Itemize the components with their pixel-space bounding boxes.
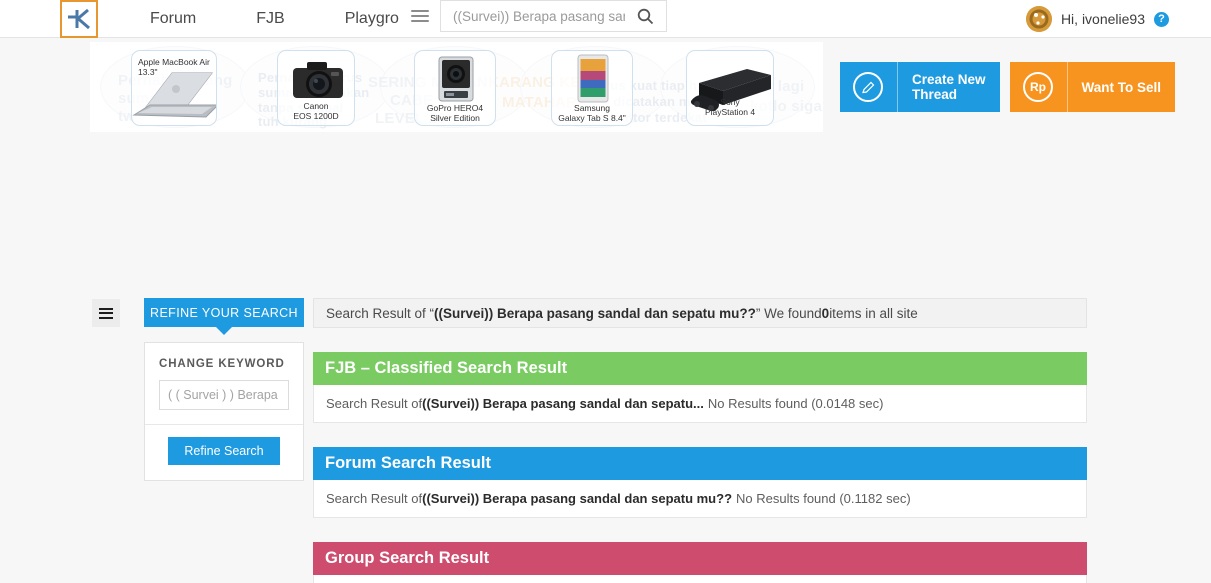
fjb-row-prefix: Search Result of [326,396,423,411]
ad-product-name: Apple MacBook Air [138,57,210,67]
fjb-block-header: FJB – Classified Search Result [313,352,1087,385]
pencil-icon [853,72,884,102]
forum-block-row: Search Result of ((Survei)) Berapa pasan… [313,480,1087,518]
group-block-header: Group Search Result [313,542,1087,575]
create-thread-label-line2: Thread [911,87,957,102]
summary-middle: ” We found [755,305,822,321]
fjb-row-status: No Results found (0.0148 sec) [707,396,884,411]
want-to-sell-label: Want To Sell [1081,79,1162,95]
nav-item-fjb[interactable]: FJB [226,0,314,38]
user-greeting: Hi, ivonelie93 [1060,11,1145,27]
ad-product-card[interactable]: Apple MacBook Air 13.3" [131,50,217,126]
ad-product-name: Sony [720,97,740,107]
ad-product-card[interactable]: GoPro HERO4 Silver Edition [414,50,496,126]
camera-icon [293,62,343,98]
summary-prefix: Search Result of “ [326,305,435,321]
create-thread-label: Create New Thread [898,72,1000,102]
action-camera-icon [438,56,474,102]
forum-block-header: Forum Search Result [313,447,1087,480]
search-category-menu-icon[interactable] [400,0,440,32]
ad-product-name: Canon [303,101,329,111]
avatar-icon [1025,6,1052,32]
change-keyword-section: CHANGE KEYWORD [145,343,303,425]
help-icon[interactable]: ? [1154,11,1169,27]
change-keyword-input[interactable] [159,380,289,410]
create-thread-label-line1: Create New [911,72,986,87]
search-result-summary: Search Result of “((Survei)) Berapa pasa… [313,298,1087,328]
global-search [400,0,667,32]
nav-item-forum[interactable]: Forum [120,0,226,38]
ad-product-variant: EOS 1200D [293,111,339,121]
sidebar-toggle-button[interactable] [92,299,120,327]
refine-search-panel: CHANGE KEYWORD Refine Search [144,342,304,481]
fjb-row-query: ((Survei)) Berapa pasang sandal dan sepa… [422,396,704,411]
hamburger-icon [99,305,113,321]
ad-product-card[interactable]: Sony PlayStation 4 [686,50,774,126]
ad-product-variant: 13.3" [138,67,158,77]
cta-buttons: Create New Thread Rp Want To Sell [839,62,1175,112]
forum-row-prefix: Search Result of [326,491,423,506]
refine-search-sidebar: REFINE YOUR SEARCH CHANGE KEYWORD Refine… [144,298,304,481]
rupiah-icon: Rp [1023,72,1053,102]
summary-suffix: items in all site [829,305,918,321]
forum-search-result-block: Forum Search Result Search Result of ((S… [313,447,1087,518]
ad-product-name: Samsung [574,103,610,113]
ad-product-card[interactable]: Canon EOS 1200D [277,50,355,126]
advertisement-banner[interactable]: Pernah alaming suma ka tw Pernah sih vir… [90,42,823,132]
avatar [1025,6,1052,32]
ad-product-card[interactable]: Samsung Galaxy Tab S 8.4" [551,50,633,126]
search-submit-button[interactable] [625,0,667,32]
refine-search-button[interactable]: Refine Search [168,437,280,465]
fjb-search-result-block: FJB – Classified Search Result Search Re… [313,352,1087,423]
forum-row-status: No Results found (0.1182 sec) [736,491,911,506]
refine-search-footer: Refine Search [145,425,303,480]
group-search-result-block: Group Search Result Search Result of ((S… [313,542,1087,583]
summary-query: ((Survei)) Berapa pasang sandal dan sepa… [434,305,756,321]
search-input-wrapper [440,0,625,32]
ad-product-variant: PlayStation 4 [704,107,756,117]
refine-your-search-tab[interactable]: REFINE YOUR SEARCH [144,298,304,335]
ad-product-variant: Galaxy Tab S 8.4" [558,113,626,123]
summary-count: 0 [821,305,830,321]
tablet-icon [577,54,609,103]
kaskus-logo-icon [68,8,90,30]
kaskus-logo[interactable] [60,0,98,38]
user-menu[interactable]: Hi, ivonelie93 ? [1025,0,1169,38]
want-to-sell-icon-wrap: Rp [1010,62,1068,112]
banner-row: Pernah alaming suma ka tw Pernah sih vir… [0,42,1211,142]
group-block-row: Search Result of ((Survei)) Berapa pasan… [313,575,1087,583]
pencil-glyph [862,81,875,93]
ad-product-variant: Silver Edition [430,113,480,123]
top-navigation-bar: Forum FJB Playground Hi, ivon [0,0,1211,38]
ad-product-name: GoPro HERO4 [426,103,484,113]
change-keyword-title: CHANGE KEYWORD [159,358,285,370]
hamburger-icon [411,7,429,25]
create-new-thread-button[interactable]: Create New Thread [839,62,1000,112]
forum-row-query: ((Survei)) Berapa pasang sandal dan sepa… [422,491,733,506]
create-thread-icon-wrap [840,62,898,112]
search-input[interactable] [453,8,625,24]
search-results-column: Search Result of “((Survei)) Berapa pasa… [313,298,1087,583]
search-icon [637,8,654,24]
want-to-sell-button[interactable]: Rp Want To Sell [1009,62,1175,112]
fjb-block-row: Search Result of ((Survei)) Berapa pasan… [313,385,1087,423]
